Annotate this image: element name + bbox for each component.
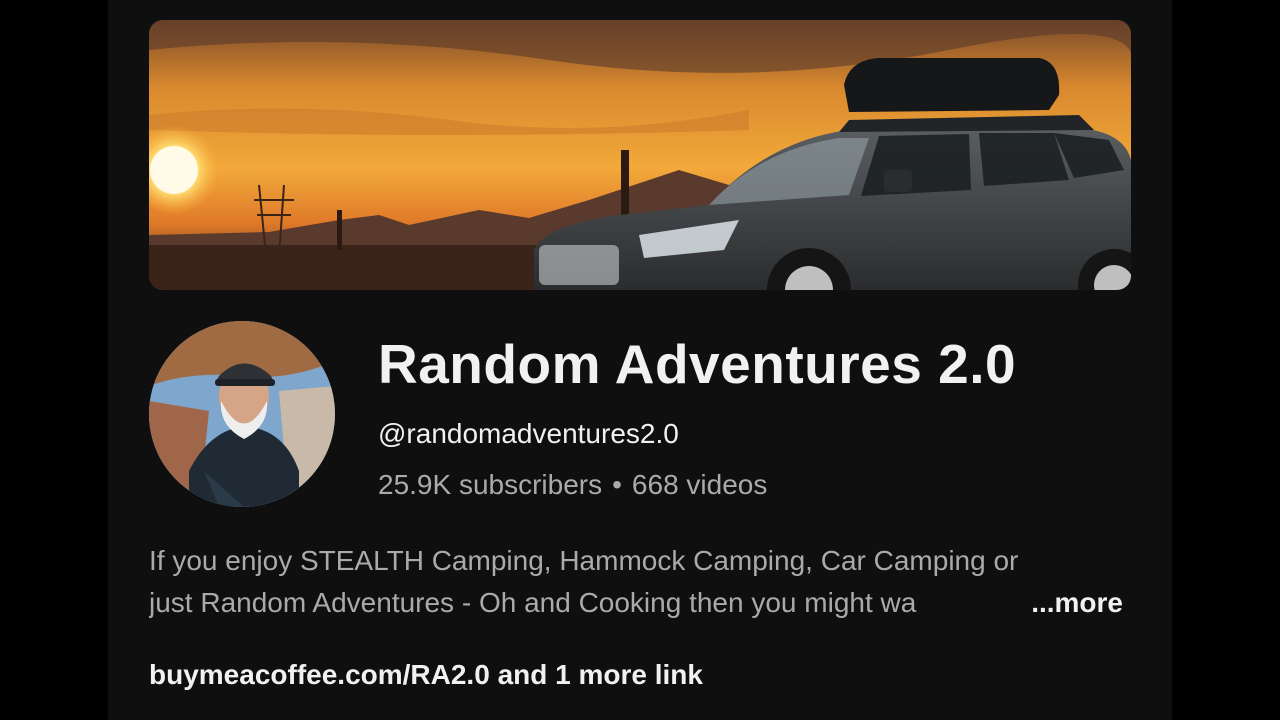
channel-title: Random Adventures 2.0 xyxy=(378,333,1017,395)
channel-banner xyxy=(149,20,1131,290)
description-line-2-wrapper: just Random Adventures - Oh and Cooking … xyxy=(149,582,1131,624)
description-line-2: just Random Adventures - Oh and Cooking … xyxy=(149,587,917,618)
description-line-1: If you enjoy STEALTH Camping, Hammock Ca… xyxy=(149,545,1019,576)
subscriber-count: 25.9K subscribers xyxy=(378,469,603,500)
channel-stats: 25.9K subscribers • 668 videos xyxy=(378,467,767,503)
channel-links: buymeacoffee.com/RA2.0 and 1 more link xyxy=(149,655,703,695)
stats-separator: • xyxy=(612,469,622,500)
video-count: 668 videos xyxy=(631,469,768,500)
channel-description[interactable]: If you enjoy STEALTH Camping, Hammock Ca… xyxy=(149,540,1131,624)
more-button[interactable]: ...more xyxy=(1027,582,1123,624)
channel-avatar[interactable] xyxy=(149,321,335,507)
more-links-button[interactable]: and 1 more link xyxy=(490,659,703,690)
description-fade xyxy=(963,582,1023,624)
channel-page: Random Adventures 2.0 @randomadventures2… xyxy=(108,0,1172,720)
channel-handle: @randomadventures2.0 xyxy=(378,418,679,449)
primary-link[interactable]: buymeacoffee.com/RA2.0 xyxy=(149,659,490,690)
